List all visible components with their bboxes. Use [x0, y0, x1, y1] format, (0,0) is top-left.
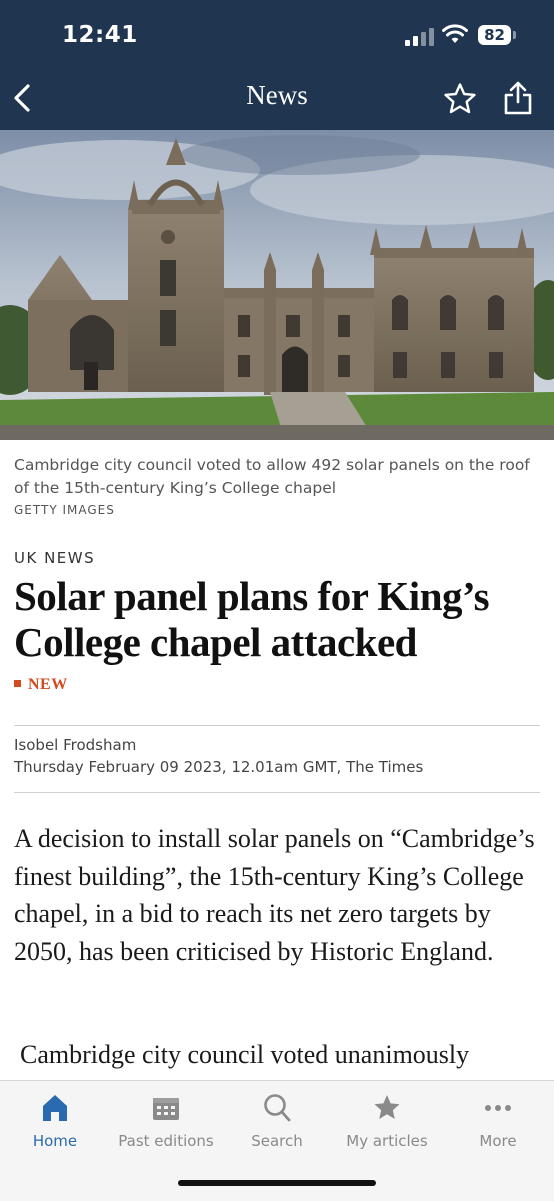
- tab-home[interactable]: Home: [0, 1081, 110, 1171]
- calendar-icon: [153, 1098, 179, 1120]
- tab-past-editions[interactable]: Past editions: [111, 1081, 221, 1171]
- badge-square-icon: [14, 680, 21, 687]
- tab-more[interactable]: More: [443, 1081, 553, 1171]
- article-paragraph: A decision to install solar panels on “C…: [14, 824, 535, 966]
- battery-tip: [513, 31, 516, 39]
- more-icon: [485, 1105, 511, 1111]
- divider: [14, 792, 540, 793]
- home-indicator[interactable]: [178, 1180, 376, 1186]
- section-label[interactable]: UK NEWS: [14, 549, 95, 567]
- status-time: 12:41: [62, 22, 138, 48]
- tab-label: Past editions: [118, 1132, 214, 1150]
- search-icon: [264, 1094, 291, 1122]
- article-headline: Solar panel plans for King’s College cha…: [14, 573, 490, 665]
- signal-icon: [405, 28, 435, 46]
- dateline: Thursday February 09 2023, 12.01am GMT, …: [14, 758, 424, 776]
- image-caption: Cambridge city council voted to allow 49…: [14, 456, 530, 497]
- tab-label: More: [479, 1132, 517, 1150]
- new-badge-label: NEW: [28, 676, 68, 693]
- article-paragraph: Cambridge city council voted unanimously: [20, 1040, 470, 1069]
- battery-indicator: 82: [478, 25, 511, 45]
- tab-my-articles[interactable]: My articles: [332, 1081, 442, 1171]
- tab-search[interactable]: Search: [222, 1081, 332, 1171]
- author-name[interactable]: Isobel Frodsham: [14, 736, 136, 754]
- tab-label: Search: [251, 1132, 303, 1150]
- star-icon: [374, 1095, 400, 1119]
- image-credit: GETTY IMAGES: [14, 503, 115, 517]
- home-icon: [43, 1095, 67, 1121]
- divider: [14, 725, 540, 726]
- share-icon[interactable]: [502, 80, 534, 116]
- tab-label: My articles: [346, 1132, 428, 1150]
- top-bar: 12:41 82 News: [0, 0, 554, 130]
- tab-label: Home: [32, 1132, 78, 1150]
- hero-image: [0, 130, 554, 440]
- star-icon[interactable]: [443, 82, 477, 116]
- wifi-icon: [442, 24, 468, 43]
- new-badge: NEW: [14, 676, 68, 694]
